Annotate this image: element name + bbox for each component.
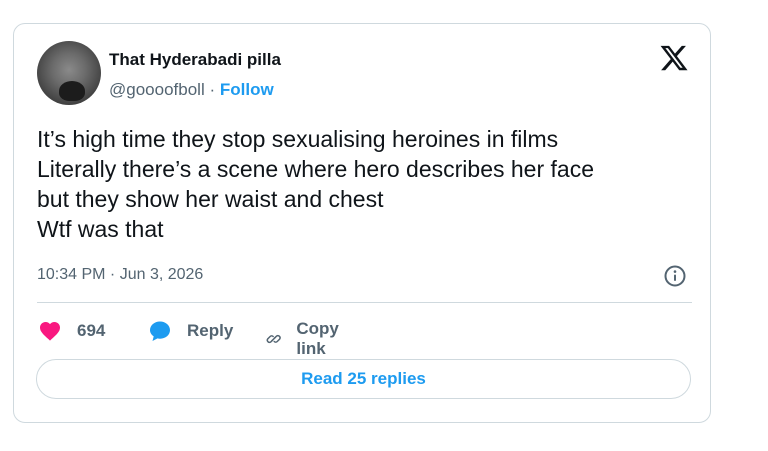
tweet-line: Literally there’s a scene where hero des…: [37, 156, 594, 182]
separator-dot: ·: [209, 80, 216, 99]
divider: [37, 302, 692, 303]
like-count: 694: [77, 321, 106, 340]
avatar[interactable]: [37, 41, 101, 105]
info-icon[interactable]: [663, 264, 687, 288]
reply-label: Reply: [187, 321, 234, 340]
speech-bubble-icon: [150, 321, 170, 341]
copy-link-label: Copy link: [296, 319, 339, 358]
x-logo-icon[interactable]: [659, 43, 689, 73]
tweet-line: Wtf was that: [37, 216, 164, 242]
link-icon: [266, 334, 281, 344]
heart-icon: [40, 322, 60, 341]
follow-button[interactable]: Follow: [220, 80, 274, 99]
copy-link-button[interactable]: Copy link: [265, 319, 348, 359]
author-handle-row: @goooofboll · Follow: [109, 80, 274, 100]
like-button[interactable]: 694: [37, 319, 105, 343]
author-handle[interactable]: @goooofboll: [109, 80, 205, 99]
tweet-card: That Hyderabadi pilla @goooofboll · Foll…: [13, 23, 711, 423]
author-name[interactable]: That Hyderabadi pilla: [109, 50, 281, 70]
reply-button[interactable]: Reply: [147, 319, 233, 343]
tweet-line: It’s high time they stop sexualising her…: [37, 126, 559, 152]
tweet-timestamp[interactable]: 10:34 PM · Jun 3, 2026: [37, 266, 203, 284]
tweet-text: It’s high time they stop sexualising her…: [37, 124, 697, 244]
read-replies-button[interactable]: Read 25 replies: [36, 359, 691, 399]
tweet-line: but they show her waist and chest: [37, 186, 384, 212]
